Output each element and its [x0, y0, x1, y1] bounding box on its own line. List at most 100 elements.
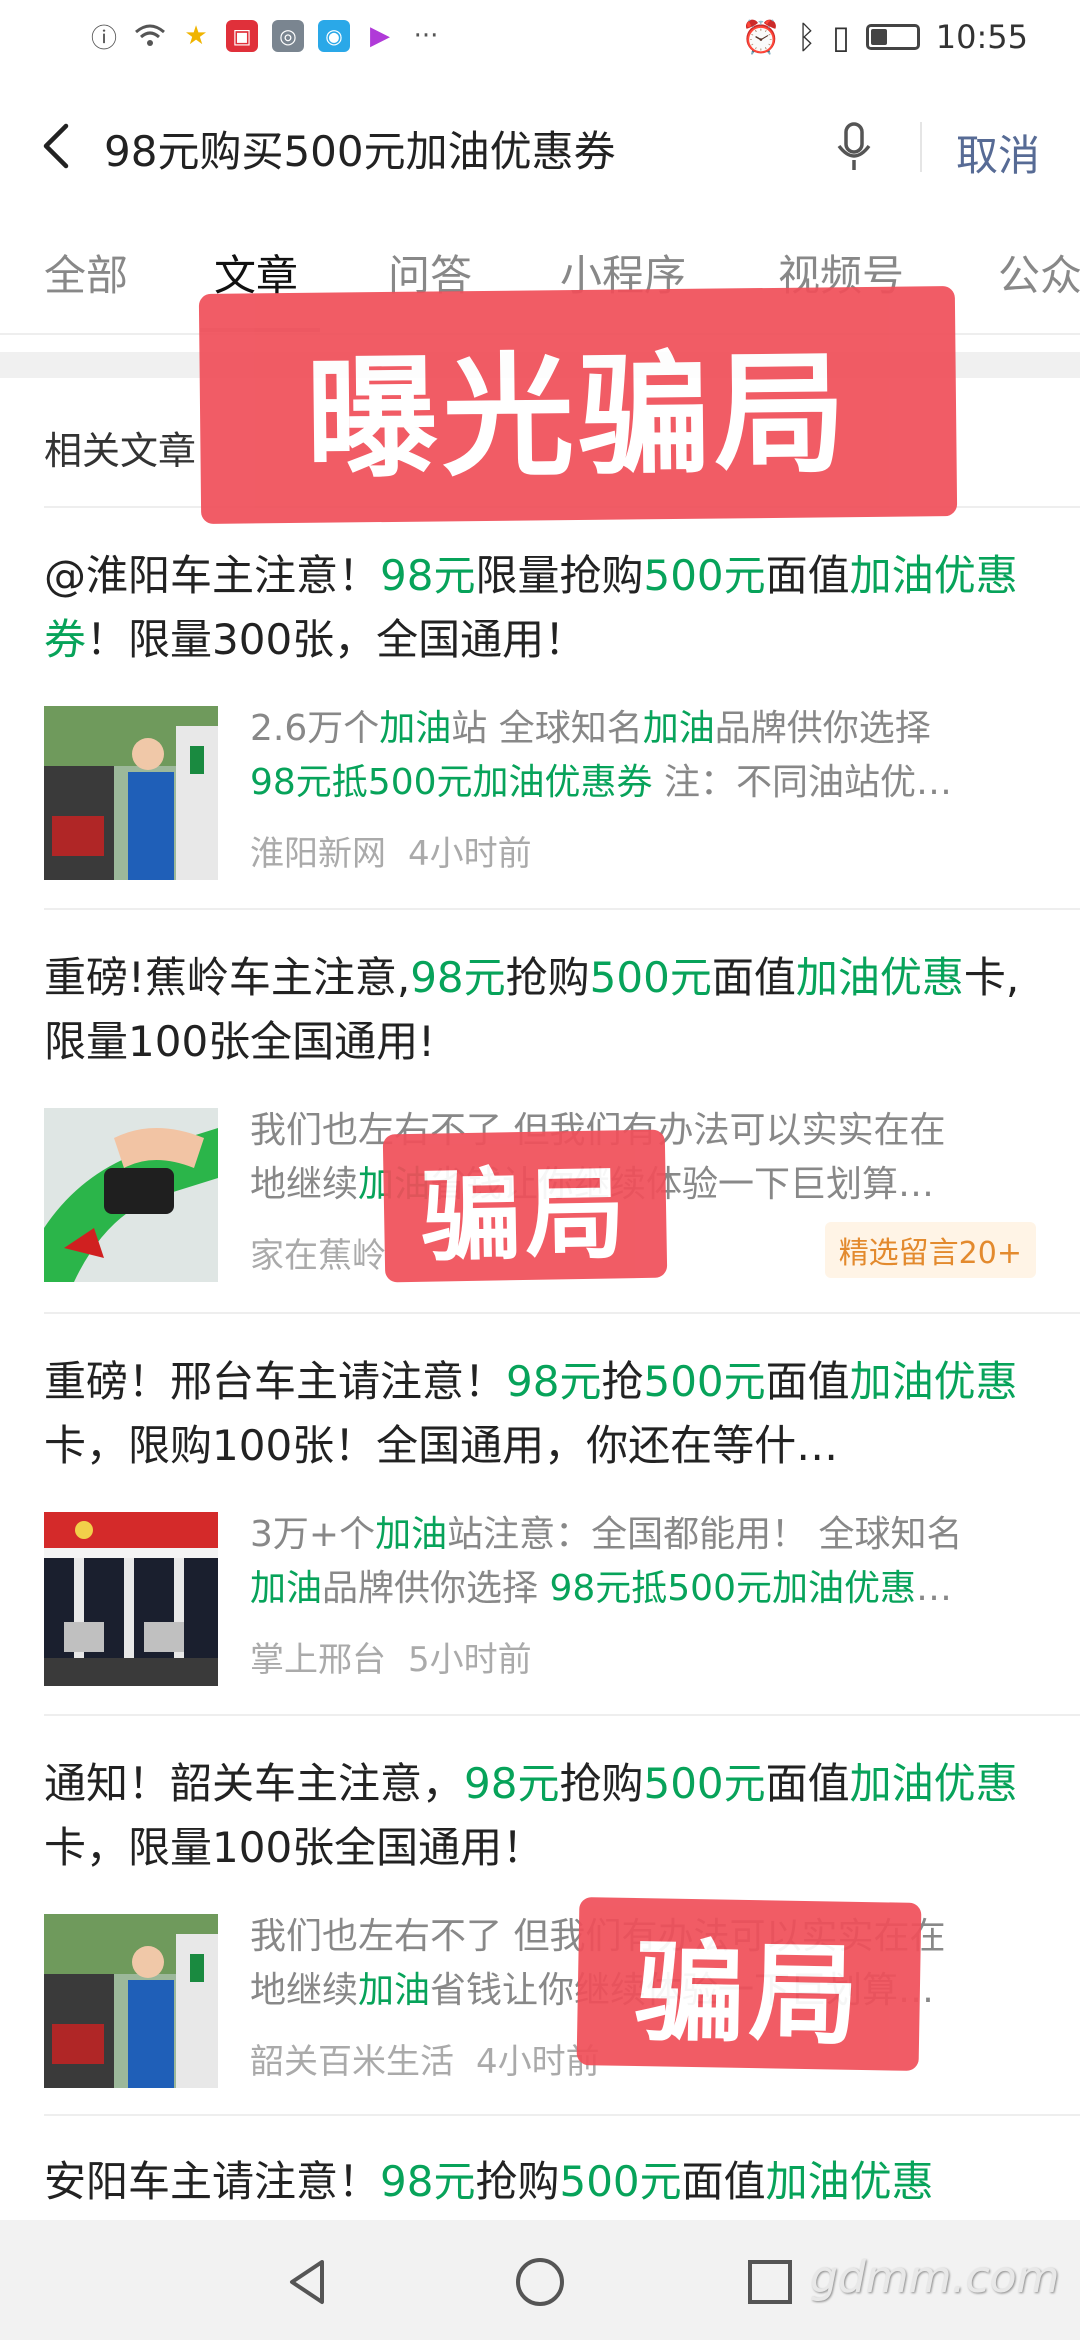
app-red-icon: ▣ — [226, 20, 258, 52]
article-time: 5小时前 — [408, 1640, 532, 1680]
highlight-text: 加油 — [379, 708, 452, 749]
highlight-text: 98元 — [464, 1759, 560, 1808]
article-thumbnail — [44, 1512, 218, 1686]
snippet-line: 2.6万个加油站 全球知名加油品牌供你选择 — [250, 702, 1036, 756]
highlight-text: 加油优惠 — [795, 953, 964, 1002]
text: 通知！韶关车主注意， — [44, 1759, 465, 1808]
divider — [44, 1312, 1080, 1314]
text: 抢购 — [559, 1759, 644, 1808]
scam-stamp: 骗局 — [576, 1897, 922, 2071]
cancel-button[interactable]: 取消 — [956, 122, 1040, 183]
highlight-text: 98元 — [506, 1357, 602, 1406]
text: 站 全球知名 — [451, 708, 643, 749]
text: 3万+个 — [250, 1514, 376, 1555]
text: 站注意：全国都能用！ 全球知名 — [447, 1514, 963, 1555]
tab-all[interactable]: 全部 — [44, 242, 128, 303]
divider — [44, 2114, 1080, 2116]
highlight-text: 98元 — [410, 953, 506, 1002]
article-time: 4小时前 — [408, 834, 532, 874]
notification-alert-icon: ⓘ — [90, 23, 117, 54]
article-thumbnail — [44, 706, 218, 880]
highlight-text: 500元 — [643, 1357, 766, 1406]
text: 2.6万个 — [250, 708, 380, 749]
article-item[interactable]: 安阳车主请注意！98元抢购500元面值加油优惠 — [44, 2150, 1036, 2214]
highlight-text: 500元 — [559, 2157, 682, 2206]
article-source: 淮阳新网 — [250, 834, 386, 874]
highlight-text: 加油优惠 — [849, 1357, 1018, 1406]
article-snippet: 2.6万个加油站 全球知名加油品牌供你选择 98元抵500元加油优惠券 注：不同油… — [250, 702, 1036, 810]
scam-stamp: 骗局 — [382, 1129, 668, 1283]
text: 卡，限量100张全国通用！ — [44, 1823, 545, 1872]
article-title: 重磅！邢台车主请注意！98元抢500元面值加油优惠卡，限购100张！全国通用，你… — [44, 1350, 1036, 1478]
article-title: 通知！韶关车主注意，98元抢购500元面值加油优惠卡，限量100张全国通用！ — [44, 1752, 1036, 1880]
article-snippet: 3万+个加油站注意：全国都能用！ 全球知名 加油品牌供你选择 98元抵500元加油… — [250, 1508, 1036, 1616]
app-gray-icon: ◎ — [272, 20, 304, 52]
highlight-text: 加油 — [358, 1970, 431, 2011]
article-title: 重磅!蕉岭车主注意,98元抢购500元面值加油优惠卡,限量100张全国通用! — [44, 946, 1036, 1074]
text: 重磅！邢台车主请注意！ — [44, 1357, 507, 1406]
wifi-icon — [134, 20, 166, 52]
text: 限量抢购 — [475, 551, 644, 600]
text: … — [916, 1568, 952, 1609]
highlight-text: 98元抵500元加油优惠 — [549, 1568, 916, 1609]
battery-icon — [865, 24, 920, 50]
search-bar: 98元购买500元加油优惠券 取消 — [0, 92, 1080, 202]
divider — [44, 908, 1080, 910]
text: 面值 — [765, 551, 850, 600]
bluetooth-icon: ᛒ — [796, 18, 817, 56]
star-icon: ★ — [184, 21, 208, 51]
highlight-text: 98元 — [380, 551, 476, 600]
watermark: gdmm.com — [810, 2252, 1060, 2303]
microphone-icon[interactable] — [834, 120, 874, 176]
clock: 10:55 — [935, 18, 1028, 56]
text: 卡，限购100张！全国通用，你还在等什… — [44, 1421, 839, 1470]
highlight-text: 加油 — [250, 1568, 323, 1609]
text: 品牌供你选择 — [714, 708, 931, 749]
text: 抢 — [601, 1357, 644, 1406]
highlight-text: 加油 — [849, 551, 934, 600]
article-item[interactable]: 重磅！邢台车主请注意！98元抢500元面值加油优惠卡，限购100张！全国通用，你… — [44, 1350, 1036, 1688]
status-bar: ⓘ ★ ▣ ◎ ◉ ▶ ··· ⏰ ᛒ ▯ 10:55 — [0, 0, 1080, 80]
article-item[interactable]: @淮阳车主注意！98元限量抢购500元面值加油优惠券！限量300张，全国通用！ … — [44, 544, 1036, 882]
divider — [920, 122, 922, 172]
snippet-line: 加油品牌供你选择 98元抵500元加油优惠… — [250, 1562, 1036, 1616]
text: 面值 — [765, 1759, 850, 1808]
article-source: 掌上邢台 — [250, 1640, 386, 1680]
text: @淮阳车主注意！ — [44, 551, 381, 600]
nav-recents-icon[interactable] — [742, 2254, 798, 2310]
video-app-icon: ▶ — [370, 21, 390, 51]
snippet-line: 98元抵500元加油优惠券 注：不同油站优… — [250, 756, 1036, 810]
featured-comments-badge: 精选留言20+ — [824, 1222, 1036, 1278]
text: 抢购 — [505, 953, 590, 1002]
article-thumbnail — [44, 1108, 218, 1282]
nav-home-icon[interactable] — [512, 2254, 568, 2310]
highlight-text: 加油优惠 — [765, 2157, 934, 2206]
nav-back-icon[interactable] — [280, 2254, 336, 2310]
article-source: 家在蕉岭 — [250, 1236, 386, 1276]
text: 地继续 — [250, 1970, 359, 2011]
text: ！限量300张，全国通用！ — [86, 615, 587, 664]
search-input[interactable]: 98元购买500元加油优惠券 — [104, 118, 616, 179]
text: 地继续 — [250, 1164, 359, 1205]
text: 重磅!蕉岭车主注意, — [44, 953, 411, 1002]
divider — [44, 1714, 1080, 1716]
highlight-text: 500元 — [589, 953, 712, 1002]
text: 面值 — [711, 953, 796, 1002]
snippet-line: 3万+个加油站注意：全国都能用！ 全球知名 — [250, 1508, 1036, 1562]
scam-exposure-stamp: 曝光骗局 — [198, 286, 958, 524]
tab-official-accounts[interactable]: 公众 — [998, 242, 1080, 303]
text: 面值 — [765, 1357, 850, 1406]
app-blue-icon: ◉ — [318, 20, 350, 52]
text: 抢购 — [475, 2157, 560, 2206]
text: 安阳车主请注意！ — [44, 2157, 381, 2206]
text: 注：不同油站优… — [652, 762, 952, 803]
vibrate-icon: ▯ — [832, 18, 850, 56]
system-nav-bar: gdmm.com — [0, 2220, 1080, 2340]
highlight-text: 98元 — [380, 2157, 476, 2206]
highlight-text: 加油 — [375, 1514, 448, 1555]
back-icon[interactable] — [36, 118, 76, 174]
highlight-text: 加油优惠 — [849, 1759, 1018, 1808]
article-source: 韶关百米生活 — [250, 2042, 454, 2082]
section-title: 相关文章 — [44, 429, 197, 473]
article-title: @淮阳车主注意！98元限量抢购500元面值加油优惠券！限量300张，全国通用！ — [44, 544, 1036, 672]
